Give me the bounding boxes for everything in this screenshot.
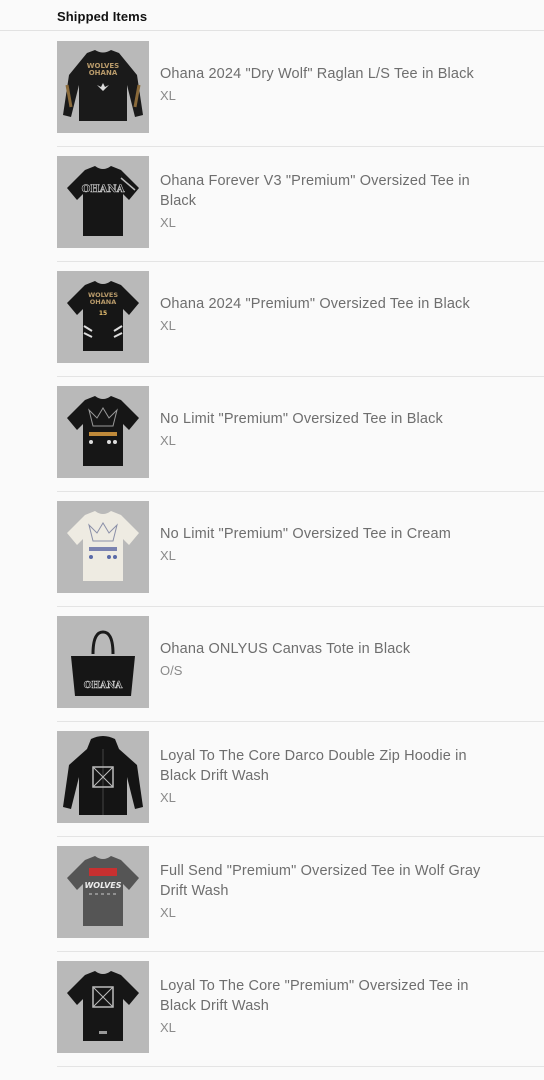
- product-size: XL: [160, 1020, 176, 1035]
- product-name: Loyal To The Core "Premium" Oversized Te…: [160, 978, 469, 1014]
- product-name: No Limit "Premium" Oversized Tee in Blac…: [160, 411, 443, 427]
- product-thumbnail[interactable]: [57, 731, 149, 823]
- product-name: Ohana 2024 "Dry Wolf" Raglan L/S Tee in …: [160, 66, 474, 82]
- tote-bag-icon: OHANA: [71, 630, 135, 696]
- section-title: Shipped Items: [57, 9, 148, 24]
- svg-text:WOLVES: WOLVES: [84, 881, 121, 890]
- product-size: XL: [160, 318, 176, 333]
- product-size: XL: [160, 88, 176, 103]
- product-thumbnail[interactable]: [57, 386, 149, 478]
- svg-text:OHANA: OHANA: [82, 184, 125, 195]
- list-item[interactable]: WOLVES OHANA Ohana 2024 "Dry Wolf" Ragla…: [57, 31, 544, 147]
- tee-black-icon: OHANA: [67, 166, 139, 236]
- product-size: XL: [160, 905, 176, 920]
- tee-black-icon: [67, 971, 139, 1041]
- list-item[interactable]: No Limit "Premium" Oversized Tee in Blac…: [57, 376, 544, 492]
- tee-cream-icon: [67, 511, 139, 581]
- product-size: XL: [160, 548, 176, 563]
- product-name: Ohana ONLYUS Canvas Tote in Black: [160, 641, 411, 657]
- shipped-items-header: Shipped Items: [0, 0, 544, 31]
- product-size: O/S: [160, 663, 183, 678]
- hoodie-black-icon: [63, 736, 143, 815]
- product-thumbnail[interactable]: WOLVES: [57, 846, 149, 938]
- list-item[interactable]: OHANA Ohana Forever V3 "Premium" Oversiz…: [57, 146, 544, 262]
- product-name: Ohana 2024 "Premium" Oversized Tee in Bl…: [160, 296, 470, 312]
- tee-black-icon: WOLVES OHANA 15: [67, 281, 139, 351]
- svg-text:OHANA: OHANA: [89, 69, 118, 77]
- tee-black-icon: [67, 396, 139, 466]
- product-size: XL: [160, 433, 176, 448]
- svg-text:OHANA: OHANA: [84, 681, 124, 691]
- list-item[interactable]: Loyal To The Core "Premium" Oversized Te…: [57, 951, 544, 1067]
- product-thumbnail[interactable]: [57, 501, 149, 593]
- product-name: Loyal To The Core Darco Double Zip Hoodi…: [160, 748, 467, 784]
- product-thumbnail[interactable]: OHANA: [57, 156, 149, 248]
- svg-text:OHANA: OHANA: [90, 298, 116, 306]
- longsleeve-black-icon: WOLVES OHANA: [63, 50, 143, 121]
- tee-gray-icon: WOLVES: [67, 856, 139, 926]
- product-thumbnail[interactable]: WOLVES OHANA 15: [57, 271, 149, 363]
- list-item[interactable]: OHANA Ohana ONLYUS Canvas Tote in Black …: [57, 606, 544, 722]
- product-name: No Limit "Premium" Oversized Tee in Crea…: [160, 526, 451, 542]
- list-item[interactable]: WOLVES Full Send "Premium" Oversized Tee…: [57, 836, 544, 952]
- product-size: XL: [160, 215, 176, 230]
- product-thumbnail[interactable]: [57, 961, 149, 1053]
- svg-text:15: 15: [99, 310, 107, 317]
- product-name: Ohana Forever V3 "Premium" Oversized Tee…: [160, 173, 470, 209]
- product-thumbnail[interactable]: OHANA: [57, 616, 149, 708]
- product-size: XL: [160, 790, 176, 805]
- list-item[interactable]: No Limit "Premium" Oversized Tee in Crea…: [57, 491, 544, 607]
- product-thumbnail[interactable]: WOLVES OHANA: [57, 41, 149, 133]
- list-item[interactable]: Loyal To The Core Darco Double Zip Hoodi…: [57, 721, 544, 837]
- list-item[interactable]: WOLVES OHANA 15 Ohana 2024 "Premium" Ove…: [57, 261, 544, 377]
- product-name: Full Send "Premium" Oversized Tee in Wol…: [160, 863, 481, 899]
